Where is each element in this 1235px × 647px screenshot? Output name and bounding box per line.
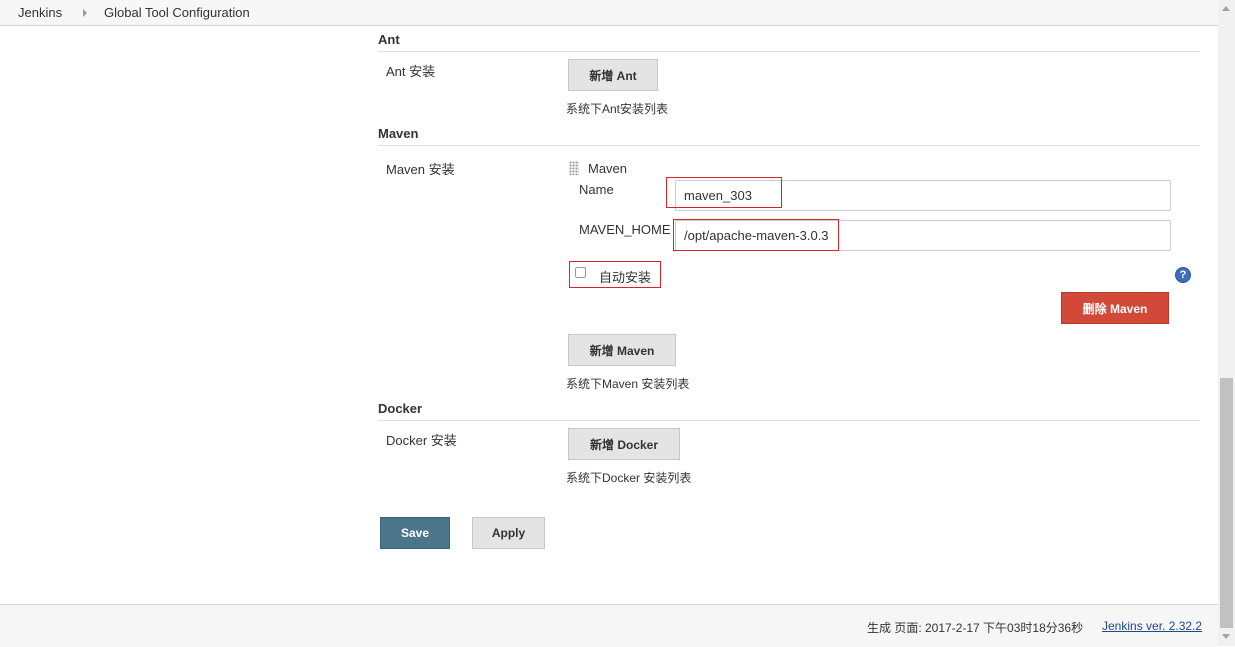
auto-install-checkbox[interactable] bbox=[575, 267, 586, 278]
add-maven-button[interactable]: 新增 Maven bbox=[568, 334, 676, 366]
breadcrumb-global-tool-configuration[interactable]: Global Tool Configuration bbox=[104, 5, 250, 20]
scroll-up-arrow-icon[interactable] bbox=[1222, 6, 1230, 11]
maven-install-hint: 系统下Maven 安装列表 bbox=[566, 377, 690, 391]
breadcrumb-bar: Jenkins Global Tool Configuration bbox=[0, 0, 1218, 26]
maven-home-input[interactable] bbox=[675, 220, 1171, 251]
vertical-scrollbar[interactable] bbox=[1218, 0, 1235, 646]
ant-section-divider bbox=[378, 51, 1200, 52]
maven-installation-heading: Maven bbox=[588, 161, 628, 176]
maven-section-title: Maven bbox=[378, 126, 419, 141]
scrollbar-thumb[interactable] bbox=[1220, 378, 1233, 628]
maven-section-divider bbox=[378, 145, 1200, 146]
docker-section-title: Docker bbox=[378, 401, 423, 416]
auto-install-label[interactable]: 自动安装 bbox=[599, 267, 651, 286]
page-footer: 生成 页面: 2017-2-17 下午03时18分36秒 Jenkins ver… bbox=[0, 604, 1218, 647]
maven-name-label: Name bbox=[579, 182, 614, 197]
drag-handle-icon[interactable] bbox=[569, 161, 579, 175]
maven-install-label: Maven 安装 bbox=[386, 162, 455, 177]
maven-name-input[interactable] bbox=[675, 180, 1171, 211]
docker-section-divider bbox=[378, 420, 1200, 421]
help-icon[interactable]: ? bbox=[1175, 267, 1191, 283]
ant-section-title: Ant bbox=[378, 32, 400, 47]
page-generated-timestamp: 生成 页面: 2017-2-17 下午03时18分36秒 bbox=[867, 621, 1084, 635]
docker-install-hint: 系统下Docker 安装列表 bbox=[566, 471, 692, 485]
chevron-right-icon bbox=[83, 9, 87, 17]
breadcrumb-jenkins[interactable]: Jenkins bbox=[18, 5, 62, 20]
jenkins-version-link[interactable]: Jenkins ver. 2.32.2 bbox=[1102, 619, 1202, 633]
apply-button[interactable]: Apply bbox=[472, 517, 545, 549]
save-button[interactable]: Save bbox=[380, 517, 450, 549]
ant-install-hint: 系统下Ant安装列表 bbox=[566, 102, 669, 116]
add-ant-button[interactable]: 新增 Ant bbox=[568, 59, 658, 91]
ant-install-label: Ant 安装 bbox=[386, 64, 436, 79]
maven-home-label: MAVEN_HOME bbox=[579, 222, 671, 237]
add-docker-button[interactable]: 新增 Docker bbox=[568, 428, 680, 460]
delete-maven-button[interactable]: 删除 Maven bbox=[1061, 292, 1169, 324]
scroll-down-arrow-icon[interactable] bbox=[1222, 634, 1230, 639]
docker-install-label: Docker 安装 bbox=[386, 433, 457, 448]
